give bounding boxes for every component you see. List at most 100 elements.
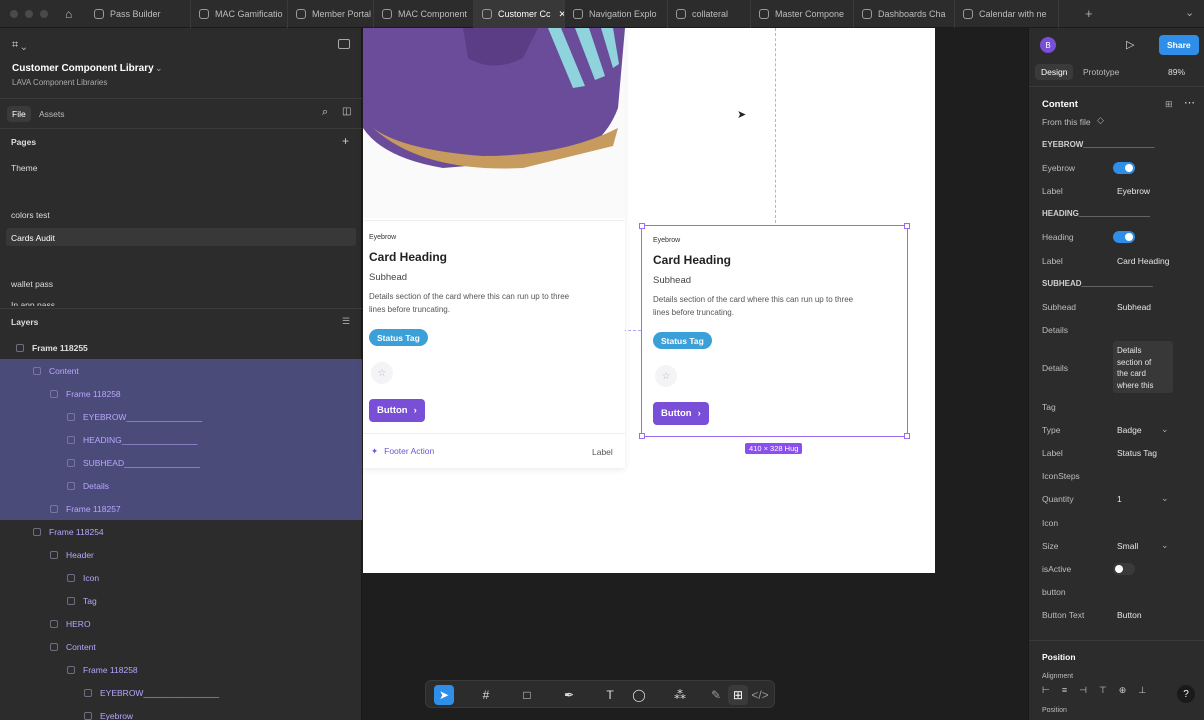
tab-assets[interactable]: Assets <box>39 109 65 119</box>
type-select[interactable]: Badge <box>1117 425 1142 435</box>
footer-action[interactable]: ✦ Footer Action <box>371 446 434 457</box>
tab-7[interactable]: Master Compone <box>751 0 854 28</box>
dev-mode-icon[interactable]: </> <box>750 685 770 705</box>
tab-design[interactable]: Design <box>1035 64 1074 80</box>
grid-icon[interactable]: ⊞ <box>1165 99 1173 110</box>
card-button[interactable]: Button › <box>369 399 425 422</box>
tag-label-field[interactable]: Status Tag <box>1117 448 1157 458</box>
more-icon[interactable]: ⋯ <box>1184 96 1195 109</box>
layer-row[interactable]: HERO <box>0 612 362 635</box>
collapse-layers-icon[interactable]: ☰ <box>342 316 350 327</box>
align-center-icon[interactable]: ≡ <box>1062 685 1067 696</box>
tab-4[interactable]: Customer Cc✕ <box>474 0 565 28</box>
tab-5[interactable]: Navigation Explo <box>565 0 668 28</box>
help-icon[interactable]: ? <box>1177 685 1195 703</box>
tab-8[interactable]: Dashboards Cha <box>854 0 955 28</box>
resize-handle[interactable] <box>639 223 645 229</box>
card-button[interactable]: Button › <box>653 402 709 425</box>
quantity-select[interactable]: 1 <box>1117 494 1122 504</box>
share-button[interactable]: Share <box>1159 35 1199 55</box>
page-item-wallet-pass[interactable]: wallet pass <box>11 279 53 289</box>
resize-handle[interactable] <box>904 223 910 229</box>
tab-prototype[interactable]: Prototype <box>1083 67 1119 77</box>
layer-row[interactable]: Details <box>0 474 362 497</box>
layer-row[interactable]: Content <box>0 635 362 658</box>
page-item-theme[interactable]: Theme <box>11 163 37 173</box>
layer-row[interactable]: Frame 118258 <box>0 658 362 681</box>
avatar[interactable]: B <box>1040 37 1056 53</box>
home-icon[interactable]: ⌂ <box>65 7 72 21</box>
layer-row[interactable]: Eyebrow <box>0 704 362 720</box>
artboard-frame[interactable]: Eyebrow Card Heading Subhead Details sec… <box>363 28 935 573</box>
tab-9[interactable]: Calendar with ne <box>955 0 1059 28</box>
tab-0[interactable]: Pass Builder <box>86 0 191 28</box>
layer-row[interactable]: EYEBROW________________ <box>0 405 362 428</box>
layer-row[interactable]: Frame 118257 <box>0 497 362 520</box>
chevron-down-icon[interactable]: ⌄ <box>1161 493 1169 504</box>
chevron-down-icon[interactable]: ⌄ <box>155 63 163 74</box>
pen-tool-icon[interactable]: ✒ <box>559 685 579 705</box>
tab-file[interactable]: File <box>7 106 31 122</box>
draw-mode-icon[interactable]: ✎ <box>706 685 726 705</box>
resize-handle[interactable] <box>639 433 645 439</box>
layer-row[interactable]: Frame 118255 <box>0 336 362 359</box>
chevron-down-icon[interactable]: ⌄ <box>1185 6 1194 19</box>
layer-row[interactable]: Frame 118254 <box>0 520 362 543</box>
layer-row[interactable]: SUBHEAD________________ <box>0 451 362 474</box>
new-tab-icon[interactable]: + <box>1085 6 1093 21</box>
window-zoom-dot[interactable] <box>40 10 48 18</box>
library-icon[interactable]: ◫ <box>342 106 351 117</box>
design-mode-icon[interactable]: ⊞ <box>728 685 748 705</box>
layer-row[interactable]: Content <box>0 359 362 382</box>
size-select[interactable]: Small <box>1117 541 1138 551</box>
add-page-icon[interactable]: + <box>342 134 349 148</box>
actions-tool-icon[interactable]: ⁂ <box>670 685 690 705</box>
comment-tool-icon[interactable]: ◯ <box>629 685 649 705</box>
eyebrow-toggle[interactable] <box>1113 162 1135 174</box>
heading-toggle[interactable] <box>1113 231 1135 243</box>
tab-6[interactable]: collateral <box>668 0 751 28</box>
window-minimize-dot[interactable] <box>25 10 33 18</box>
align-left-icon[interactable]: ⊢ <box>1042 685 1050 696</box>
align-middle-icon[interactable]: ⊕ <box>1119 685 1127 696</box>
page-item-in-app-pass[interactable]: In app pass <box>11 300 55 306</box>
layer-row[interactable]: Frame 118258 <box>0 382 362 405</box>
star-icon[interactable]: ☆ <box>371 362 393 384</box>
tab-3[interactable]: MAC Component <box>374 0 474 28</box>
card-1[interactable]: Eyebrow Card Heading Subhead Details sec… <box>363 28 625 468</box>
file-title[interactable]: Customer Component Library <box>12 63 154 74</box>
frame-tool-icon[interactable]: # <box>476 685 496 705</box>
card-2-selected[interactable]: Eyebrow Card Heading Subhead Details sec… <box>639 223 910 439</box>
isactive-toggle[interactable] <box>1113 563 1135 575</box>
align-top-icon[interactable]: ⊤ <box>1099 685 1107 696</box>
content-section-title[interactable]: Content <box>1042 99 1078 110</box>
layer-row[interactable]: Tag <box>0 589 362 612</box>
page-item-colors-test[interactable]: colors test <box>11 210 50 220</box>
layer-row[interactable]: HEADING________________ <box>0 428 362 451</box>
play-icon[interactable]: ▷ <box>1126 38 1134 51</box>
layer-row[interactable]: EYEBROW________________ <box>0 681 362 704</box>
align-bottom-icon[interactable]: ⊥ <box>1138 685 1146 696</box>
layer-row[interactable]: Icon <box>0 566 362 589</box>
button-text-field[interactable]: Button <box>1117 610 1142 620</box>
text-tool-icon[interactable]: T <box>600 685 620 705</box>
subhead-field[interactable]: Subhead <box>1117 302 1151 312</box>
sidebar-toggle-icon[interactable] <box>338 39 350 49</box>
component-icon[interactable]: ◇ <box>1097 115 1104 126</box>
search-icon[interactable]: ⌕ <box>322 106 328 119</box>
tab-2[interactable]: Member Portal <box>288 0 374 28</box>
zoom-level[interactable]: 89% <box>1168 67 1185 77</box>
layer-row[interactable]: Header <box>0 543 362 566</box>
star-icon[interactable]: ☆ <box>655 365 677 387</box>
align-right-icon[interactable]: ⊣ <box>1079 685 1087 696</box>
tab-1[interactable]: MAC Gamificatio <box>191 0 288 28</box>
page-item-cards-audit[interactable]: Cards Audit <box>11 233 55 243</box>
resize-handle[interactable] <box>904 433 910 439</box>
heading-label-field[interactable]: Card Heading <box>1117 256 1169 266</box>
window-close-dot[interactable] <box>10 10 18 18</box>
rectangle-tool-icon[interactable]: □ <box>517 685 537 705</box>
details-field[interactable]: Details section of the card where this <box>1113 341 1173 393</box>
chevron-down-icon[interactable]: ⌄ <box>1161 424 1169 435</box>
figma-menu-icon[interactable]: ⌗ ⌄ <box>12 39 26 52</box>
move-tool-icon[interactable]: ➤ <box>434 685 454 705</box>
